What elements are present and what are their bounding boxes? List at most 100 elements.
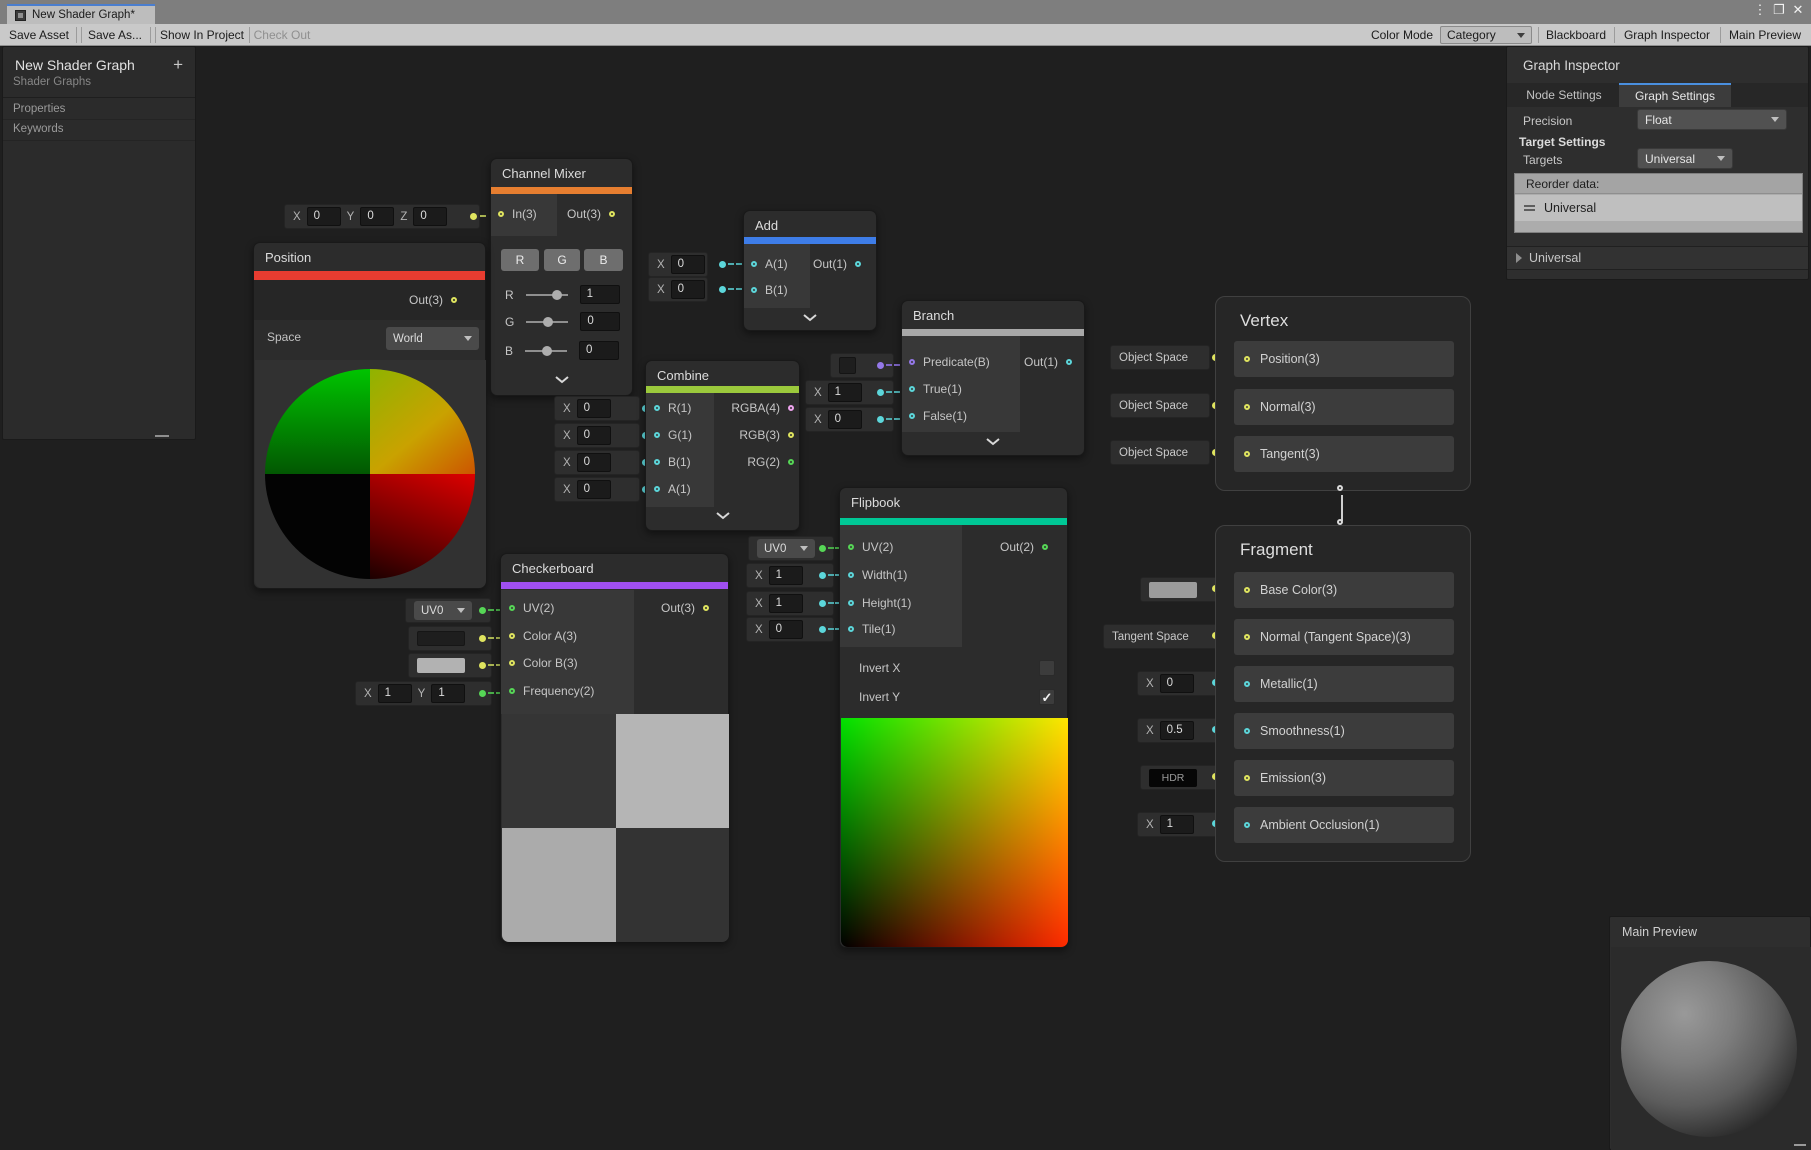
node-combine[interactable]: Combine R(1) G(1) B(1) A(1) RGBA(4) RGB(…	[645, 360, 800, 531]
main-preview-toggle-button[interactable]: Main Preview	[1723, 24, 1807, 46]
g-value-field[interactable]: 0	[577, 426, 611, 445]
port-b[interactable]: B(1)	[654, 455, 691, 469]
save-as-button[interactable]: Save As...	[84, 24, 146, 46]
a-value-field[interactable]: 0	[671, 255, 705, 274]
port-g[interactable]: G(1)	[654, 428, 692, 442]
x-value-field[interactable]: 0	[307, 207, 341, 226]
node-flipbook[interactable]: Flipbook UV(2) Width(1) Height(1) Tile(1…	[839, 487, 1068, 948]
graph-inspector-toggle-button[interactable]: Graph Inspector	[1617, 24, 1717, 46]
port-a[interactable]: A(1)	[751, 257, 788, 271]
ao-value-field[interactable]: 1	[1160, 815, 1194, 834]
tab-graph-settings[interactable]: Graph Settings	[1619, 83, 1731, 107]
vertex-context-block[interactable]: Vertex Position(3) Normal(3) Tangent(3)	[1215, 296, 1471, 491]
show-in-project-button[interactable]: Show In Project	[158, 24, 246, 46]
b-value-field[interactable]: 0	[671, 280, 705, 299]
collapse-preview-button[interactable]	[646, 511, 799, 520]
channel-mixer-in-default-input[interactable]: X0 Y0 Z0	[284, 204, 480, 229]
smoothness-value-field[interactable]: 0.5	[1160, 721, 1194, 740]
properties-section[interactable]: Properties	[13, 103, 65, 115]
uv-channel-dropdown[interactable]: UV0	[414, 601, 472, 620]
window-maximize-icon[interactable]: ❐	[1771, 2, 1787, 18]
combine-g-default-input[interactable]: X0	[554, 423, 640, 448]
true-value-field[interactable]: 1	[828, 383, 862, 402]
node-checkerboard[interactable]: Checkerboard UV(2) Color A(3) Color B(3)…	[500, 553, 729, 942]
blackboard-toggle-button[interactable]: Blackboard	[1541, 24, 1611, 46]
port-false[interactable]: False(1)	[909, 409, 967, 423]
checkerboard-frequency-input[interactable]: X1 Y1	[355, 681, 492, 706]
vertex-normal-row[interactable]: Normal(3)	[1234, 389, 1454, 425]
g-value-field[interactable]: 0	[580, 312, 620, 331]
frequency-x-field[interactable]: 1	[378, 684, 412, 703]
add-property-button[interactable]: +	[173, 55, 183, 75]
fragment-normal-row[interactable]: Normal (Tangent Space)(3)	[1234, 619, 1454, 655]
port-in[interactable]: In(3)	[498, 207, 537, 221]
precision-dropdown[interactable]: Float	[1637, 109, 1787, 130]
g-slider[interactable]	[526, 321, 568, 323]
node-position[interactable]: Position Out(3) Space World	[253, 242, 486, 589]
collapse-preview-button[interactable]	[902, 437, 1084, 446]
port-out[interactable]: Out(3)	[409, 293, 457, 307]
panel-resize-handle[interactable]	[1794, 1144, 1806, 1146]
drag-handle-icon[interactable]	[1524, 205, 1535, 211]
space-dropdown[interactable]: World	[386, 327, 479, 350]
port-out[interactable]: Out(1)	[1024, 355, 1072, 369]
add-b-default-input[interactable]: X0	[648, 277, 708, 302]
uv-channel-dropdown[interactable]: UV0	[757, 539, 815, 558]
tab-node-settings[interactable]: Node Settings	[1509, 83, 1619, 107]
base-color-swatch[interactable]	[1149, 582, 1197, 598]
node-branch[interactable]: Branch Predicate(B) True(1) False(1) Out…	[901, 300, 1085, 456]
port-color-a[interactable]: Color A(3)	[509, 629, 577, 643]
port-rg[interactable]: RG(2)	[718, 455, 794, 469]
tile-value-field[interactable]: 0	[769, 620, 803, 639]
port-a[interactable]: A(1)	[654, 482, 691, 496]
invert-x-checkbox[interactable]	[1039, 660, 1055, 676]
port-frequency[interactable]: Frequency(2)	[509, 684, 594, 698]
channel-g-button[interactable]: G	[544, 249, 580, 271]
port-out[interactable]: Out(1)	[813, 257, 861, 271]
port-predicate[interactable]: Predicate(B)	[909, 355, 990, 369]
node-channel-mixer[interactable]: Channel Mixer In(3) Out(3) R G B R 1 G 0…	[490, 158, 633, 396]
targets-dropdown[interactable]: Universal	[1637, 148, 1733, 169]
y-value-field[interactable]: 0	[360, 207, 394, 226]
main-preview-viewport[interactable]	[1611, 947, 1811, 1150]
port-uv[interactable]: UV(2)	[509, 601, 554, 615]
port-color-b[interactable]: Color B(3)	[509, 656, 578, 670]
combine-b-default-input[interactable]: X0	[554, 450, 640, 475]
r-value-field[interactable]: 0	[577, 399, 611, 418]
color-b-swatch[interactable]	[417, 658, 465, 673]
port-tile[interactable]: Tile(1)	[848, 622, 896, 636]
frequency-y-field[interactable]: 1	[431, 684, 465, 703]
collapse-preview-button[interactable]	[491, 375, 632, 384]
color-mode-dropdown[interactable]: Category	[1440, 26, 1532, 44]
vertex-position-space-pill[interactable]: Object Space	[1110, 345, 1210, 370]
combine-a-default-input[interactable]: X0	[554, 477, 640, 502]
combine-r-default-input[interactable]: X0	[554, 396, 640, 421]
fragment-base-color-row[interactable]: Base Color(3)	[1234, 572, 1454, 608]
height-value-field[interactable]: 1	[769, 594, 803, 613]
add-a-default-input[interactable]: X0	[648, 252, 708, 277]
b-slider[interactable]	[525, 350, 567, 352]
a-value-field[interactable]: 0	[577, 480, 611, 499]
node-add[interactable]: Add A(1) B(1) Out(1)	[743, 210, 877, 331]
port-out[interactable]: Out(3)	[567, 207, 615, 221]
port-uv[interactable]: UV(2)	[848, 540, 893, 554]
port-rgb[interactable]: RGB(3)	[718, 428, 794, 442]
r-value-field[interactable]: 1	[580, 285, 620, 304]
port-height[interactable]: Height(1)	[848, 596, 911, 610]
window-menu-icon[interactable]: ⋮	[1752, 2, 1768, 18]
branch-predicate-default-input[interactable]	[830, 353, 894, 378]
invert-y-checkbox[interactable]: ✓	[1039, 689, 1055, 705]
vertex-position-row[interactable]: Position(3)	[1234, 341, 1454, 377]
r-slider[interactable]	[526, 294, 568, 296]
vertex-normal-space-pill[interactable]: Object Space	[1110, 393, 1210, 418]
fragment-smoothness-row[interactable]: Smoothness(1)	[1234, 713, 1454, 749]
port-true[interactable]: True(1)	[909, 382, 962, 396]
color-a-swatch[interactable]	[417, 631, 465, 646]
width-value-field[interactable]: 1	[769, 566, 803, 585]
channel-r-button[interactable]: R	[501, 249, 539, 271]
port-r[interactable]: R(1)	[654, 401, 691, 415]
port-out[interactable]: Out(2)	[1000, 540, 1048, 554]
vertex-tangent-row[interactable]: Tangent(3)	[1234, 436, 1454, 472]
vertex-tangent-space-pill[interactable]: Object Space	[1110, 440, 1210, 465]
fragment-context-block[interactable]: Fragment Base Color(3) Normal (Tangent S…	[1215, 525, 1471, 862]
